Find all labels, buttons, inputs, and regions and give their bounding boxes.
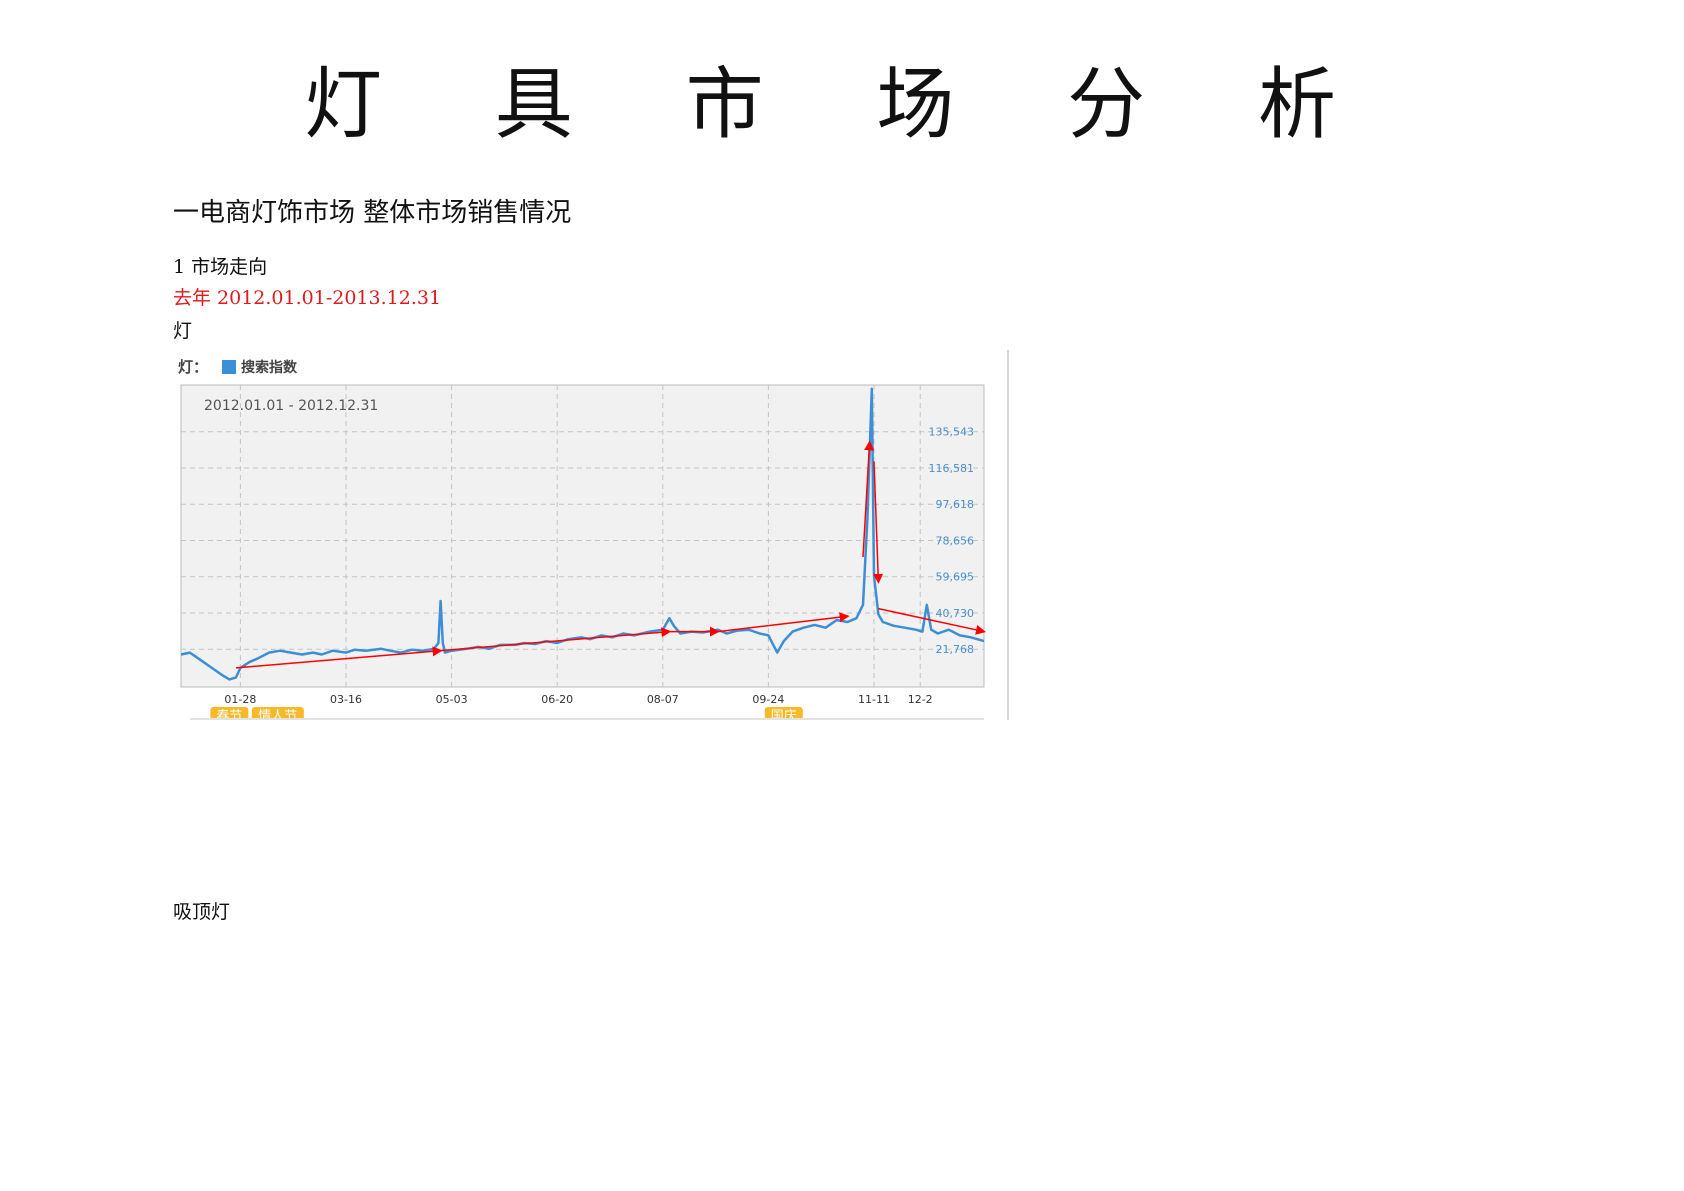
search-index-chart: 灯： 搜索指数 2012.01.01 - 2012.12.31 21,768 40… xyxy=(176,350,1010,720)
chart-date-range: 2012.01.01 - 2012.12.31 xyxy=(204,398,378,414)
chart-svg: 灯： 搜索指数 2012.01.01 - 2012.12.31 21,768 40… xyxy=(178,350,1009,720)
y-tick-label: 97,618 xyxy=(936,498,975,511)
document-title: 灯 具 市 场 分 析 xyxy=(304,60,1380,150)
date-range-note: 去年 2012.01.01-2013.12.31 xyxy=(173,287,442,309)
x-tick-label: 12-2 xyxy=(908,693,933,706)
y-tick-label: 78,656 xyxy=(936,534,975,547)
x-tick-label: 01-28 xyxy=(224,693,256,706)
x-tick-label: 11-11 xyxy=(858,693,890,706)
legend-swatch xyxy=(222,360,236,374)
y-tick-label: 59,695 xyxy=(936,571,975,584)
y-tick-label: 135,543 xyxy=(929,426,975,439)
chart-heading: 灯： xyxy=(178,358,208,376)
x-tick-label: 03-16 xyxy=(330,693,362,706)
subsection-heading: 1 市场走向 xyxy=(173,256,268,278)
section-heading: 一电商灯饰市场 整体市场销售情况 xyxy=(173,198,572,228)
chart-label-lamp: 灯 xyxy=(173,320,193,342)
chart-label-ceiling-lamp: 吸顶灯 xyxy=(173,901,231,923)
x-tick-label: 09-24 xyxy=(752,693,784,706)
time-scroll-track[interactable] xyxy=(190,718,984,720)
legend-item: 搜索指数 xyxy=(241,359,298,376)
x-tick-label: 06-20 xyxy=(541,693,573,706)
y-tick-label: 40,730 xyxy=(936,607,975,620)
y-tick-label: 21,768 xyxy=(936,643,975,656)
x-tick-label: 05-03 xyxy=(436,693,468,706)
y-tick-label: 116,581 xyxy=(929,462,975,475)
x-tick-label: 08-07 xyxy=(647,693,679,706)
